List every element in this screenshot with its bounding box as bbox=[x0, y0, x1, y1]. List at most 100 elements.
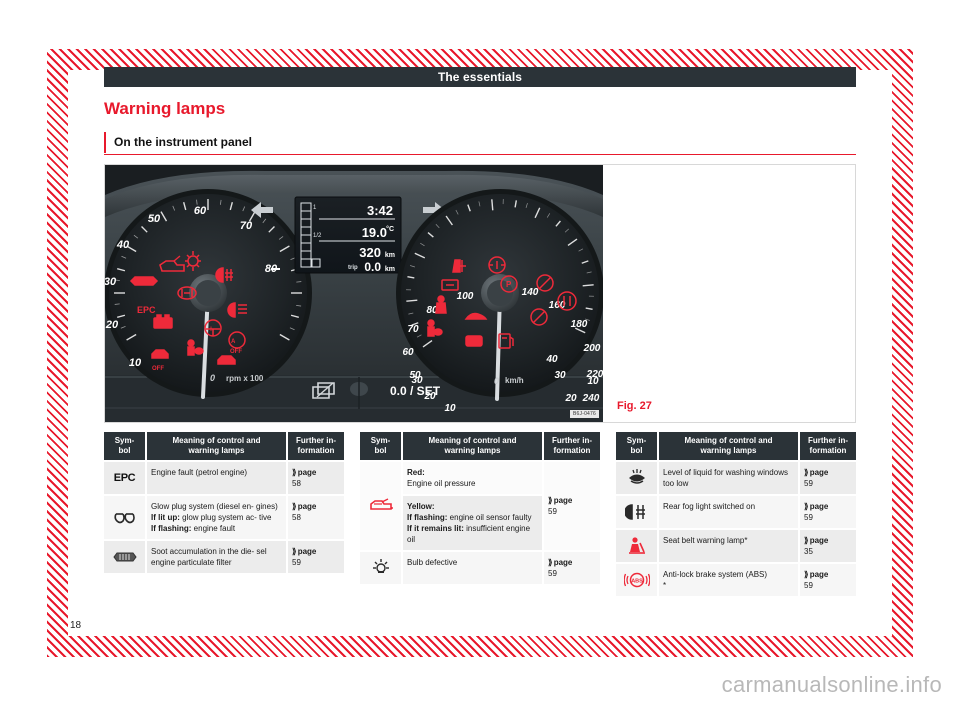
further-info-cell: ⟫ page 59 bbox=[288, 541, 344, 573]
svg-text:1/2: 1/2 bbox=[313, 233, 322, 239]
further-info-cell: ⟫ page 59 bbox=[800, 462, 856, 494]
svg-text:OFF: OFF bbox=[152, 366, 164, 372]
meaning-cell: Level of liquid for washing windows too … bbox=[659, 462, 798, 494]
svg-text:!: ! bbox=[210, 327, 212, 333]
symbol-cell bbox=[360, 552, 401, 584]
epc-icon: EPC bbox=[113, 471, 136, 484]
meaning-cell: Rear fog light switched on bbox=[659, 496, 798, 528]
column-header-symbol: Sym-bol bbox=[616, 432, 657, 460]
page-number-ref: 59 bbox=[804, 479, 813, 488]
oil-can-icon bbox=[369, 498, 393, 510]
cluster-svg: 10 20 30 40 50 60 70 80 rpm x 100 0 EPC … bbox=[105, 165, 603, 422]
symbol-cell bbox=[360, 462, 401, 550]
further-info-cell: ⟫ page 59 bbox=[544, 552, 600, 584]
svg-text:30: 30 bbox=[554, 370, 566, 381]
seat-belt-icon bbox=[628, 537, 645, 554]
page-number-ref: 59 bbox=[804, 581, 813, 590]
svg-text:0: 0 bbox=[210, 373, 215, 383]
table-row: ABS Anti-lock brake system (ABS) * ⟫ pag… bbox=[616, 564, 856, 596]
speedo-unit-label: km/h bbox=[505, 376, 524, 385]
particulate-filter-icon bbox=[112, 552, 137, 562]
lcd-temperature: 19.0 bbox=[362, 225, 387, 240]
page-arrow-icon: ⟫ bbox=[804, 536, 809, 545]
svg-text:km: km bbox=[385, 266, 395, 273]
further-info-cell: ⟫ page 59 bbox=[800, 496, 856, 528]
further-info-cell: ⟫ page 59 bbox=[544, 462, 600, 550]
column-header-meaning: Meaning of control and warning lamps bbox=[147, 432, 286, 460]
abs-icon: ABS bbox=[623, 572, 650, 588]
section-divider bbox=[104, 154, 856, 155]
svg-text:180: 180 bbox=[571, 319, 588, 330]
page-number-ref: 59 bbox=[292, 558, 301, 567]
svg-text:km: km bbox=[385, 252, 395, 259]
further-info-cell: ⟫ page 58 bbox=[288, 462, 344, 494]
warning-lamp-table-3: Sym-bol Meaning of control and warning la… bbox=[616, 432, 856, 596]
table-header-row: Sym-bol Meaning of control and warning la… bbox=[360, 432, 600, 460]
table-header-row: Sym-bol Meaning of control and warning la… bbox=[616, 432, 856, 460]
svg-text:50: 50 bbox=[148, 213, 161, 225]
lcd-range: 320 bbox=[359, 245, 381, 260]
site-watermark: carmanualsonline.info bbox=[721, 672, 942, 697]
svg-text:40: 40 bbox=[116, 239, 130, 251]
tacho-unit-label: rpm x 100 bbox=[226, 374, 264, 383]
svg-text:A: A bbox=[231, 339, 236, 345]
washer-fluid-icon bbox=[628, 469, 645, 484]
meaning-text: Bulb defective bbox=[407, 558, 458, 567]
svg-text:10: 10 bbox=[444, 403, 456, 414]
symbol-cell bbox=[104, 541, 145, 573]
figure-caption: Fig. 27 bbox=[617, 400, 652, 412]
page-number-ref: 59 bbox=[548, 569, 557, 578]
lcd-trip: 0.0 bbox=[364, 260, 381, 274]
glow-plug-icon bbox=[113, 512, 135, 523]
column-header-symbol: Sym-bol bbox=[360, 432, 401, 460]
table-row: Seat belt warning lamp* ⟫ page 35 bbox=[616, 530, 856, 562]
page-arrow-icon: ⟫ bbox=[548, 558, 553, 567]
svg-text:200: 200 bbox=[583, 343, 601, 354]
page-number-ref: 35 bbox=[804, 547, 813, 556]
page-arrow-icon: ⟫ bbox=[804, 502, 809, 511]
page-number-ref: 58 bbox=[292, 479, 301, 488]
header-title: The essentials bbox=[437, 70, 523, 84]
meaning-cell: Seat belt warning lamp* bbox=[659, 530, 798, 562]
svg-text:20: 20 bbox=[105, 319, 119, 331]
table-row: Rear fog light switched on ⟫ page 59 bbox=[616, 496, 856, 528]
page-number-ref: 59 bbox=[548, 507, 557, 516]
svg-text:140: 140 bbox=[522, 287, 539, 298]
svg-text:220: 220 bbox=[586, 369, 603, 380]
symbol-cell bbox=[104, 496, 145, 539]
meaning-cell: Bulb defective bbox=[403, 552, 542, 584]
meaning-cell: Anti-lock brake system (ABS) * bbox=[659, 564, 798, 596]
meaning-cell-red: Red: Engine oil pressure bbox=[403, 462, 542, 494]
rear-fog-light-icon bbox=[624, 504, 645, 520]
warning-lamp-table-2: Sym-bol Meaning of control and warning la… bbox=[360, 432, 600, 584]
table-row: Bulb defective ⟫ page 59 bbox=[360, 552, 600, 584]
svg-text:70: 70 bbox=[407, 324, 419, 335]
meaning-cell: Soot accumulation in the die- sel engine… bbox=[147, 541, 286, 573]
column-header-further-info: Further in-formation bbox=[544, 432, 600, 460]
page-arrow-icon: ⟫ bbox=[292, 468, 297, 477]
lcd-display: 1 1/2 3:42 19.0 °C 320 km trip 0.0 km bbox=[294, 196, 402, 274]
page-number-ref: 59 bbox=[804, 513, 813, 522]
svg-text:60: 60 bbox=[194, 205, 207, 217]
svg-text:OFF: OFF bbox=[230, 349, 242, 355]
meaning-text: Seat belt warning lamp* bbox=[663, 536, 748, 545]
page-arrow-icon: ⟫ bbox=[292, 502, 297, 511]
page-number: 18 bbox=[70, 620, 82, 631]
instrument-cluster-image: 10 20 30 40 50 60 70 80 rpm x 100 0 EPC … bbox=[105, 165, 603, 422]
table-row: Red: Engine oil pressure Yellow: If flas… bbox=[360, 462, 600, 550]
section-title: On the instrument panel bbox=[104, 132, 856, 153]
table-row: EPC Engine fault (petrol engine) ⟫ page … bbox=[104, 462, 344, 494]
svg-text:°C: °C bbox=[386, 225, 394, 233]
meaning-cell: Glow plug system (diesel en- gines) If l… bbox=[147, 496, 286, 539]
page-header-bar: The essentials bbox=[104, 67, 856, 87]
svg-text:60: 60 bbox=[402, 347, 414, 358]
symbol-cell bbox=[616, 462, 657, 494]
svg-text:P: P bbox=[506, 280, 512, 289]
svg-text:EPC: EPC bbox=[137, 305, 156, 315]
svg-text:0: 0 bbox=[494, 376, 499, 386]
symbol-cell: ABS bbox=[616, 564, 657, 596]
further-info-cell: ⟫ page 35 bbox=[800, 530, 856, 562]
column-header-further-info: Further in-formation bbox=[288, 432, 344, 460]
meaning-text: Rear fog light switched on bbox=[663, 502, 756, 511]
table-row: Soot accumulation in the die- sel engine… bbox=[104, 541, 344, 573]
